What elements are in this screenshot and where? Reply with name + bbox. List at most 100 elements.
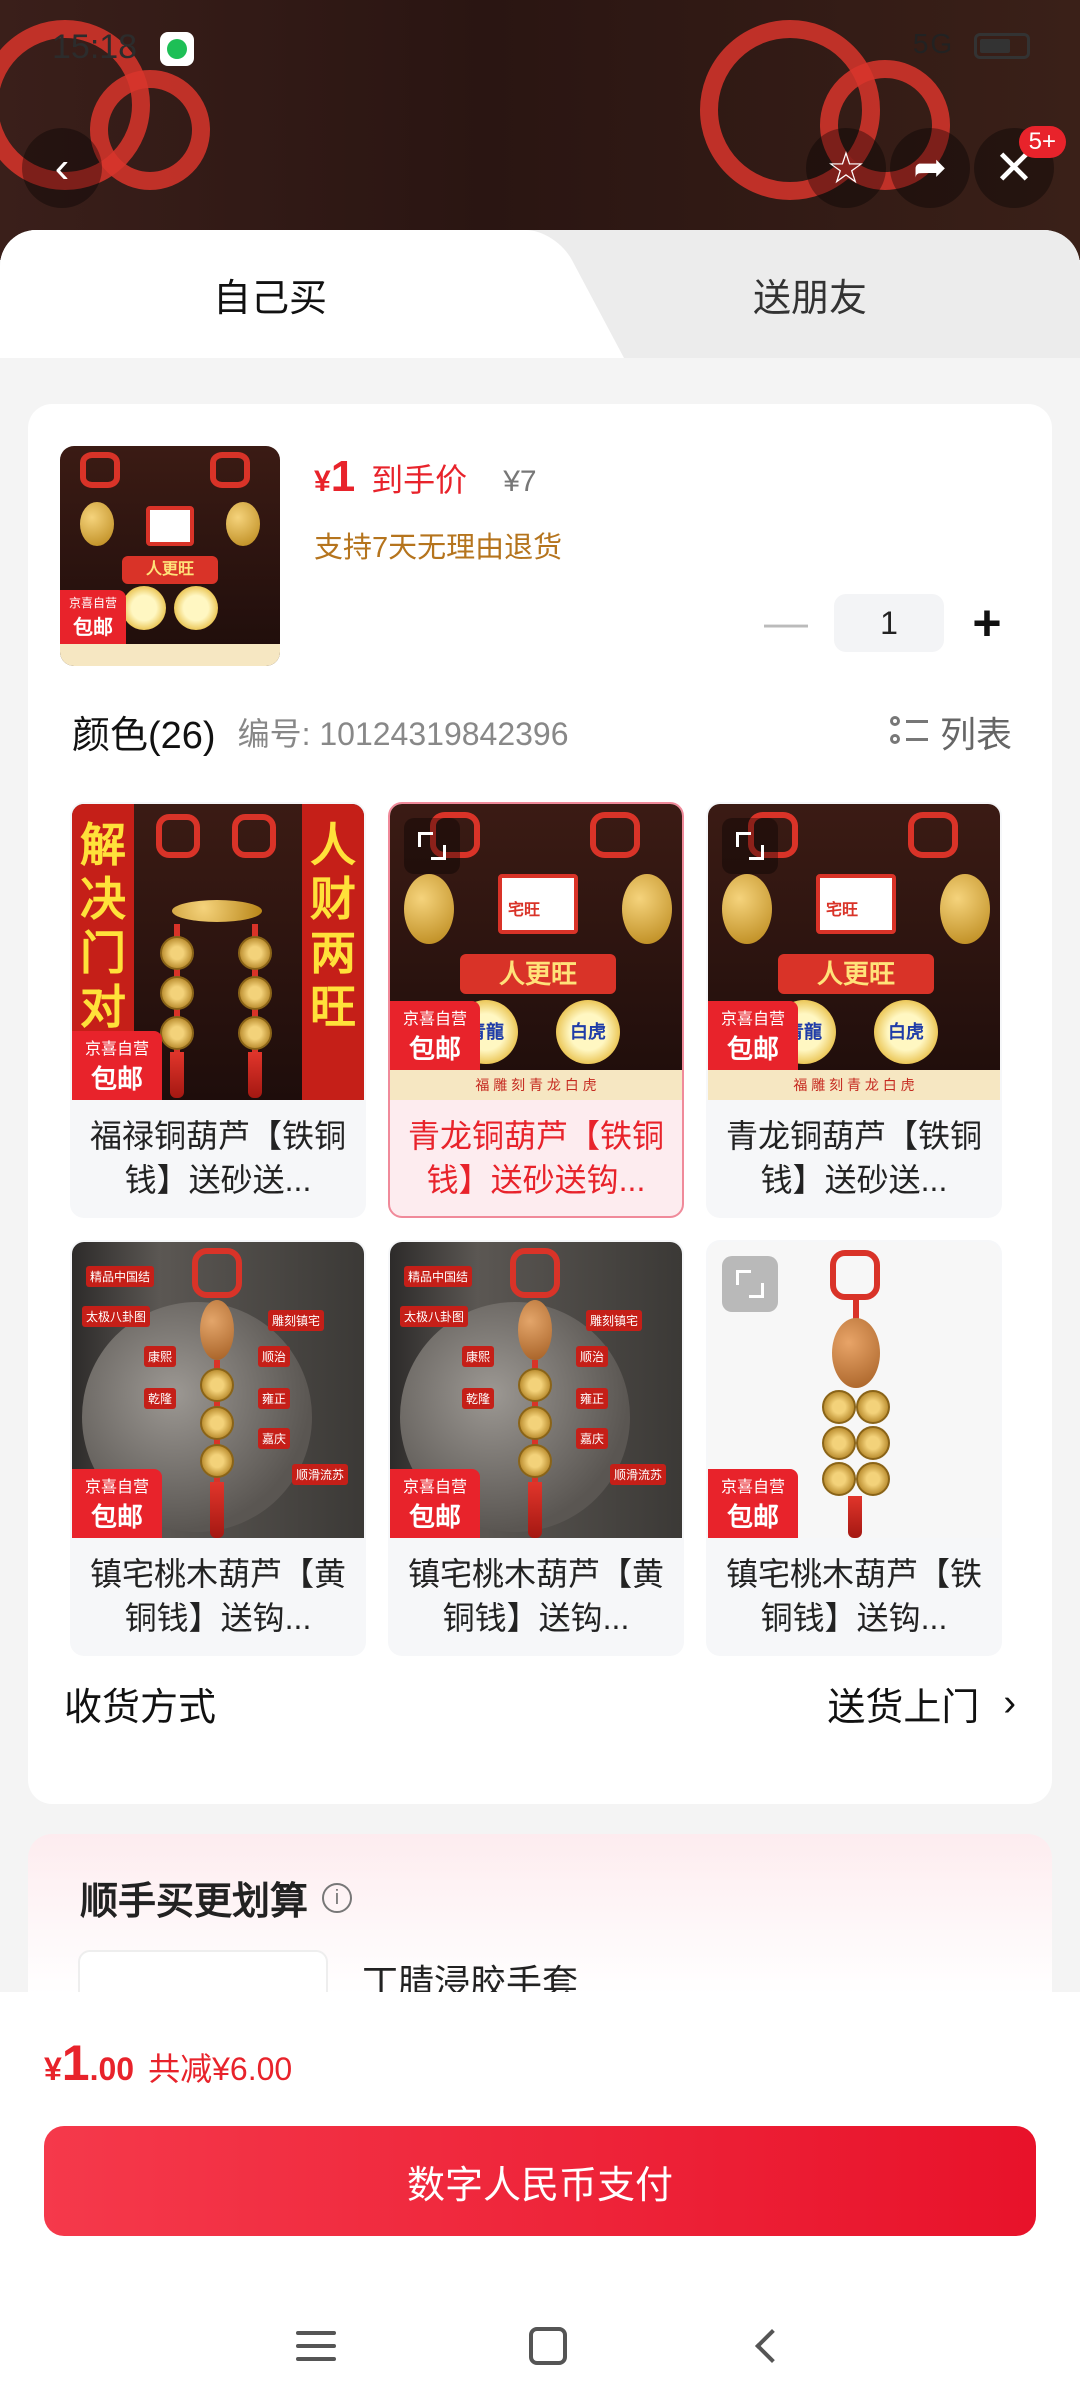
feature-tag: 乾隆	[462, 1388, 495, 1409]
feature-tag: 雍正	[576, 1388, 609, 1409]
feature-tag: 顺治	[576, 1346, 609, 1367]
star-icon: ☆	[826, 143, 866, 193]
return-policy: 支持7天无理由退货	[314, 532, 563, 564]
purchase-tabs: 送朋友 自己买	[0, 230, 1080, 358]
feature-tag: 精品中国结	[404, 1266, 473, 1287]
original-price: ¥7	[503, 465, 537, 498]
variant-image: 宅旺 人更旺 青龍 白虎 福 雕 刻 青 龙 白 虎 京喜自营 包邮	[390, 804, 682, 1100]
feature-tag: 太极八卦图	[82, 1306, 151, 1327]
variant-name: 青龙铜葫芦【铁铜钱】送砂送...	[725, 1118, 982, 1198]
thumb-pill: 人更旺	[122, 556, 218, 584]
list-view-toggle[interactable]: 列表	[889, 706, 1012, 758]
house-graphic: 宅旺	[498, 874, 578, 934]
status-bar: 15:18 5G	[0, 0, 1080, 100]
sku-code: 编号: 10124319842396	[237, 715, 569, 752]
home-icon[interactable]	[528, 2327, 567, 2365]
list-icon	[889, 714, 928, 750]
share-button[interactable]: ➦	[890, 128, 970, 208]
feature-tag: 乾隆	[144, 1388, 177, 1409]
favorite-button[interactable]: ☆	[806, 128, 886, 208]
feature-tag: 雍正	[258, 1388, 291, 1409]
free-shipping-badge: 京喜自营 包邮	[390, 1001, 480, 1070]
message-count-badge: 5+	[1018, 126, 1066, 158]
feature-tag: 雕刻镇宅	[586, 1310, 643, 1331]
status-time: 15:18	[52, 28, 138, 66]
free-shipping-badge: 京喜自营 包邮	[72, 1469, 162, 1538]
free-shipping-badge: 京喜自营 包邮	[708, 1469, 798, 1538]
total-price: ¥ 1 .00 共减¥6.00	[44, 2034, 292, 2092]
feature-tag: 顺滑流苏	[610, 1464, 667, 1485]
free-shipping-badge: 京喜自营 包邮	[708, 1001, 798, 1070]
chevron-right-icon: ›	[1003, 1682, 1016, 1724]
variant-option[interactable]: 解决门对 人财两旺 京喜自营 包邮 福禄铜葫芦【铁铜钱】送砂送...	[70, 802, 366, 1218]
feature-tag: 嘉庆	[258, 1428, 291, 1449]
tab-gift-friend[interactable]: 送朋友	[540, 230, 1080, 358]
quantity-value[interactable]: 1	[834, 594, 944, 652]
variant-image: 京喜自营 包邮	[708, 1242, 1000, 1538]
battery-icon	[974, 32, 1030, 59]
digital-rmb-pay-button[interactable]: 数字人民币支付	[44, 2126, 1036, 2236]
medal-right: 白虎	[556, 1000, 620, 1064]
tab-buy-self[interactable]: 自己买	[0, 230, 540, 358]
product-thumbnail[interactable]: 人更旺 京喜自营 包邮	[60, 446, 280, 666]
variant-image: 宅旺 人更旺 青龍 白虎 福 雕 刻 青 龙 白 虎 京喜自营 包邮	[708, 804, 1000, 1100]
variant-option[interactable]: 宅旺 人更旺 青龍 白虎 福 雕 刻 青 龙 白 虎 京喜自营 包邮 青龙铜葫芦【…	[706, 802, 1002, 1218]
quantity-stepper: — 1 +	[756, 594, 1012, 652]
feature-tag: 精品中国结	[86, 1266, 155, 1287]
final-price: ¥1	[314, 452, 356, 501]
total-symbol: ¥	[44, 2051, 62, 2087]
total-integer: 1	[61, 2035, 90, 2091]
variant-image: 精品中国结 太极八卦图 雕刻镇宅 康熙 顺治 乾隆 雍正 嘉庆 顺滑流苏 京喜自…	[390, 1242, 682, 1538]
feature-tag: 康熙	[144, 1346, 177, 1367]
feature-tag: 顺滑流苏	[292, 1464, 349, 1485]
price-label: 到手价	[371, 462, 468, 498]
variant-option[interactable]: 京喜自营 包邮 镇宅桃木葫芦【铁铜钱】送钩...	[706, 1240, 1002, 1656]
variant-strip: 福 雕 刻 青 龙 白 虎	[708, 1070, 1000, 1100]
list-toggle-label: 列表	[939, 713, 1012, 755]
variant-name: 镇宅桃木葫芦【铁铜钱】送钩...	[725, 1556, 982, 1636]
variant-option-selected[interactable]: 宅旺 人更旺 青龍 白虎 福 雕 刻 青 龙 白 虎 京喜自营 包邮 青龙铜葫芦【…	[388, 802, 684, 1218]
sku-card: 人更旺 京喜自营 包邮 ¥1 到手价 ¥7 支持7天无理由退货 — 1 + 颜色…	[28, 404, 1052, 1804]
decrease-button[interactable]: —	[756, 598, 816, 648]
variant-pill: 人更旺	[778, 954, 934, 994]
increase-button[interactable]: +	[962, 594, 1012, 652]
variant-pill: 人更旺	[460, 954, 616, 994]
variant-option[interactable]: 精品中国结 太极八卦图 雕刻镇宅 康熙 顺治 乾隆 雍正 嘉庆 顺滑流苏 京喜自…	[388, 1240, 684, 1656]
pay-button-label: 数字人民币支付	[406, 2164, 673, 2207]
delivery-value: 送货上门	[827, 1687, 980, 1729]
medal-right: 白虎	[874, 1000, 938, 1064]
expand-icon[interactable]	[722, 1256, 778, 1312]
status-indicators: 5G	[913, 28, 1030, 60]
feature-tag: 康熙	[462, 1346, 495, 1367]
feature-tag: 太极八卦图	[400, 1306, 469, 1327]
checkout-bar: ¥ 1 .00 共减¥6.00 数字人民币支付	[0, 1992, 1080, 2400]
free-shipping-badge: 京喜自营 包邮	[60, 590, 126, 644]
banner-text: 人财两旺	[302, 804, 364, 1100]
back-button[interactable]: ‹	[22, 128, 102, 208]
expand-icon[interactable]	[722, 818, 778, 874]
variant-option[interactable]: 精品中国结 太极八卦图 雕刻镇宅 康熙 顺治 乾隆 雍正 嘉庆 顺滑流苏 京喜自…	[70, 1240, 366, 1656]
delivery-label: 收货方式	[64, 1687, 217, 1729]
color-section-header: 颜色(26) 编号: 10124319842396 列表	[72, 704, 1012, 759]
signal-label: 5G	[912, 28, 955, 59]
variant-image: 解决门对 人财两旺 京喜自营 包邮	[72, 804, 364, 1100]
info-icon[interactable]: i	[322, 1882, 353, 1913]
house-graphic: 宅旺	[816, 874, 896, 934]
feature-tag: 顺治	[258, 1346, 291, 1367]
variant-name: 镇宅桃木葫芦【黄铜钱】送钩...	[407, 1556, 664, 1636]
total-decimal: .00	[89, 2051, 135, 2087]
feature-tag: 雕刻镇宅	[268, 1310, 325, 1331]
delivery-method-row[interactable]: 收货方式 送货上门 ›	[64, 1676, 1016, 1731]
menu-icon[interactable]	[296, 2329, 337, 2363]
chevron-left-icon: ‹	[54, 143, 70, 192]
variant-name: 福禄铜葫芦【铁铜钱】送砂送...	[89, 1118, 346, 1198]
expand-icon[interactable]	[404, 818, 460, 874]
wechat-notification-icon	[160, 32, 194, 66]
total-savings: 共减¥6.00	[148, 2051, 293, 2087]
tab-label: 自己买	[212, 277, 327, 320]
color-title: 颜色(26)	[72, 715, 216, 757]
variant-image: 精品中国结 太极八卦图 雕刻镇宅 康熙 顺治 乾隆 雍正 嘉庆 顺滑流苏 京喜自…	[72, 1242, 364, 1538]
variant-strip: 福 雕 刻 青 龙 白 虎	[390, 1070, 682, 1100]
share-icon: ➦	[913, 146, 947, 190]
back-icon[interactable]	[754, 2329, 789, 2363]
